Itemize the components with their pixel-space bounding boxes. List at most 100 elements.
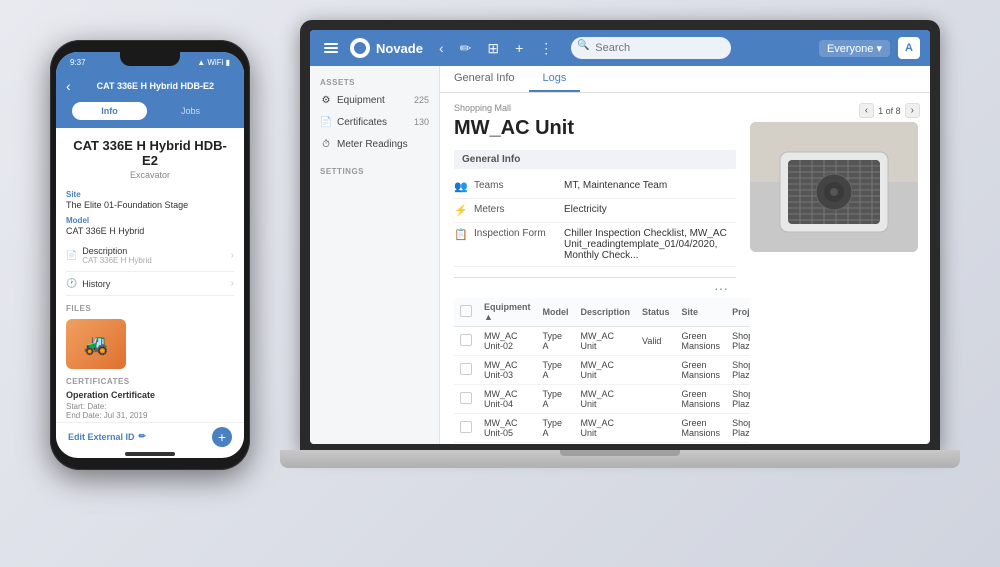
equipment-count: 225 bbox=[414, 95, 429, 105]
row-checkbox-cell[interactable] bbox=[454, 385, 478, 414]
row-checkbox-cell[interactable] bbox=[454, 414, 478, 443]
table-row[interactable]: MW_AC Unit-04 Type A MW_AC Unit Green Ma… bbox=[454, 385, 750, 414]
row-status bbox=[636, 443, 676, 445]
table-section: ··· Equipment ▲ Model Description bbox=[454, 277, 736, 444]
detail-row-meters: ⚡ Meters Electricity bbox=[454, 199, 736, 223]
history-title: History bbox=[82, 279, 110, 289]
tab-general-info[interactable]: General Info bbox=[440, 66, 529, 92]
cert-end-date: End Date: Jul 31, 2019 bbox=[66, 411, 234, 420]
row-description: MW_AC Unit bbox=[575, 327, 637, 356]
phone-tabs: Info Jobs bbox=[56, 102, 244, 128]
table-row[interactable]: MW_AC Unit-03 Type A MW_AC Unit Green Ma… bbox=[454, 356, 750, 385]
edit-external-id-label: Edit External ID bbox=[68, 432, 135, 442]
row-status bbox=[636, 385, 676, 414]
col-project[interactable]: Project bbox=[726, 298, 750, 327]
phone-header: ‹ CAT 336E H Hybrid HDB-E2 bbox=[56, 72, 244, 102]
table-row[interactable]: MW_AC Unit-02 Type A MW_AC Unit Valid Gr… bbox=[454, 327, 750, 356]
model-value: CAT 336E H Hybrid bbox=[66, 226, 234, 236]
detail-section-header: General Info bbox=[454, 150, 736, 169]
tab-logs[interactable]: Logs bbox=[529, 66, 581, 92]
edit-button[interactable]: ✏ bbox=[456, 38, 476, 59]
teams-label: Teams bbox=[474, 180, 564, 191]
row-description: MW_AC Unit bbox=[575, 356, 637, 385]
settings-section-title: SETTINGS bbox=[310, 163, 439, 178]
more-options-button[interactable]: ··· bbox=[454, 278, 736, 298]
row-project: Shopping Plaza bbox=[726, 385, 750, 414]
hamburger-button[interactable] bbox=[320, 39, 342, 57]
search-input[interactable] bbox=[571, 37, 731, 59]
row-checkbox-cell[interactable] bbox=[454, 443, 478, 445]
certificate-icon: 📄 bbox=[320, 116, 332, 128]
back-button[interactable]: ‹ bbox=[435, 38, 448, 58]
next-image-button[interactable]: › bbox=[905, 103, 920, 118]
col-site[interactable]: Site bbox=[676, 298, 727, 327]
certificates-title: CERTIFICATES bbox=[66, 377, 234, 386]
row-site: Green Mansions bbox=[676, 356, 727, 385]
phone-add-button[interactable]: + bbox=[212, 427, 232, 447]
sidebar-meter-label: Meter Readings bbox=[337, 139, 408, 150]
row-description: MW_AC Unit bbox=[575, 414, 637, 443]
teams-icon: 👥 bbox=[454, 180, 474, 193]
row-description: MW_AC Unit bbox=[575, 443, 637, 445]
cert-name: Operation Certificate bbox=[66, 390, 234, 400]
table-row[interactable]: MW_AC Unit-05 Type A MW_AC Unit Green Ma… bbox=[454, 414, 750, 443]
navigation-bar: Novade ‹ ✏ ⊞ + ⋮ Everyone ▾ A bbox=[310, 30, 930, 66]
app-body: ASSETS ⚙ Equipment 225 📄 Certificates bbox=[310, 66, 930, 444]
col-description[interactable]: Description bbox=[575, 298, 637, 327]
col-status[interactable]: Status bbox=[636, 298, 676, 327]
user-avatar[interactable]: A bbox=[898, 37, 920, 59]
description-expandable[interactable]: 📄 Description CAT 336E H Hybrid › bbox=[66, 240, 234, 272]
row-checkbox-cell[interactable] bbox=[454, 356, 478, 385]
image-navigation: ‹ 1 of 8 › bbox=[750, 103, 920, 118]
phone-bottom-bar: Edit External ID ✏ + bbox=[56, 422, 244, 450]
phone-tab-jobs[interactable]: Jobs bbox=[153, 102, 228, 120]
row-project: Shopping Plaza bbox=[726, 443, 750, 445]
grid-button[interactable]: ⊞ bbox=[483, 38, 503, 59]
status-icons: ▲ WiFi ▮ bbox=[197, 58, 230, 67]
add-button[interactable]: + bbox=[511, 38, 527, 58]
detail-view: Shopping Mall MW_AC Unit General Info 👥 … bbox=[440, 93, 930, 444]
row-equipment: MW_AC Unit-04 bbox=[478, 385, 537, 414]
sidebar-item-certificates[interactable]: 📄 Certificates 130 bbox=[310, 111, 439, 133]
history-chevron-icon: › bbox=[231, 278, 234, 289]
col-model[interactable]: Model bbox=[537, 298, 575, 327]
site-value: The Elite 01-Foundation Stage bbox=[66, 200, 234, 210]
row-model: Type A bbox=[537, 385, 575, 414]
row-status: Valid bbox=[636, 327, 676, 356]
meter-icon: ⏱ bbox=[320, 138, 332, 150]
row-description: MW_AC Unit bbox=[575, 385, 637, 414]
col-checkbox[interactable] bbox=[454, 298, 478, 327]
history-icon: 🕐 bbox=[66, 278, 77, 289]
nav-right: Everyone ▾ A bbox=[819, 37, 920, 59]
sidebar-item-meter-readings[interactable]: ⏱ Meter Readings bbox=[310, 133, 439, 155]
edit-external-id-button[interactable]: Edit External ID ✏ bbox=[68, 431, 146, 442]
row-site: Green Mansions bbox=[676, 327, 727, 356]
file-thumbnail[interactable]: 🚜 bbox=[66, 319, 126, 369]
prev-image-button[interactable]: ‹ bbox=[859, 103, 874, 118]
sidebar: ASSETS ⚙ Equipment 225 📄 Certificates bbox=[310, 66, 440, 444]
row-model: Type A bbox=[537, 443, 575, 445]
phone-header-title: CAT 336E H Hybrid HDB-E2 bbox=[77, 81, 234, 91]
site-label: Site bbox=[66, 190, 234, 199]
equipment-image bbox=[750, 122, 918, 252]
app-name: Novade bbox=[376, 41, 423, 56]
row-project: Shopping Plaza bbox=[726, 414, 750, 443]
phone-screen: 9:37 ▲ WiFi ▮ ‹ CAT 336E H Hybrid HDB-E2… bbox=[56, 52, 244, 458]
table-row[interactable]: MW_AC Unit-07 Type A MW_AC Unit Green Ma… bbox=[454, 443, 750, 445]
history-expandable[interactable]: 🕐 History › bbox=[66, 272, 234, 296]
user-selector[interactable]: Everyone ▾ bbox=[819, 40, 890, 57]
phone-back-button[interactable]: ‹ bbox=[66, 78, 71, 94]
row-checkbox-cell[interactable] bbox=[454, 327, 478, 356]
sidebar-item-equipment[interactable]: ⚙ Equipment 225 bbox=[310, 89, 439, 111]
row-site: Green Mansions bbox=[676, 414, 727, 443]
logo-icon bbox=[350, 38, 370, 58]
cert-start-date: Start: Date: bbox=[66, 402, 234, 411]
detail-row-teams: 👥 Teams MT, Maintenance Team bbox=[454, 175, 736, 199]
phone-tab-info[interactable]: Info bbox=[72, 102, 147, 120]
certificates-count: 130 bbox=[414, 117, 429, 127]
col-equipment[interactable]: Equipment ▲ bbox=[478, 298, 537, 327]
teams-value: MT, Maintenance Team bbox=[564, 180, 736, 191]
tab-bar: General Info Logs bbox=[440, 66, 930, 93]
more-button[interactable]: ⋮ bbox=[535, 38, 557, 59]
description-chevron-icon: › bbox=[231, 250, 234, 261]
